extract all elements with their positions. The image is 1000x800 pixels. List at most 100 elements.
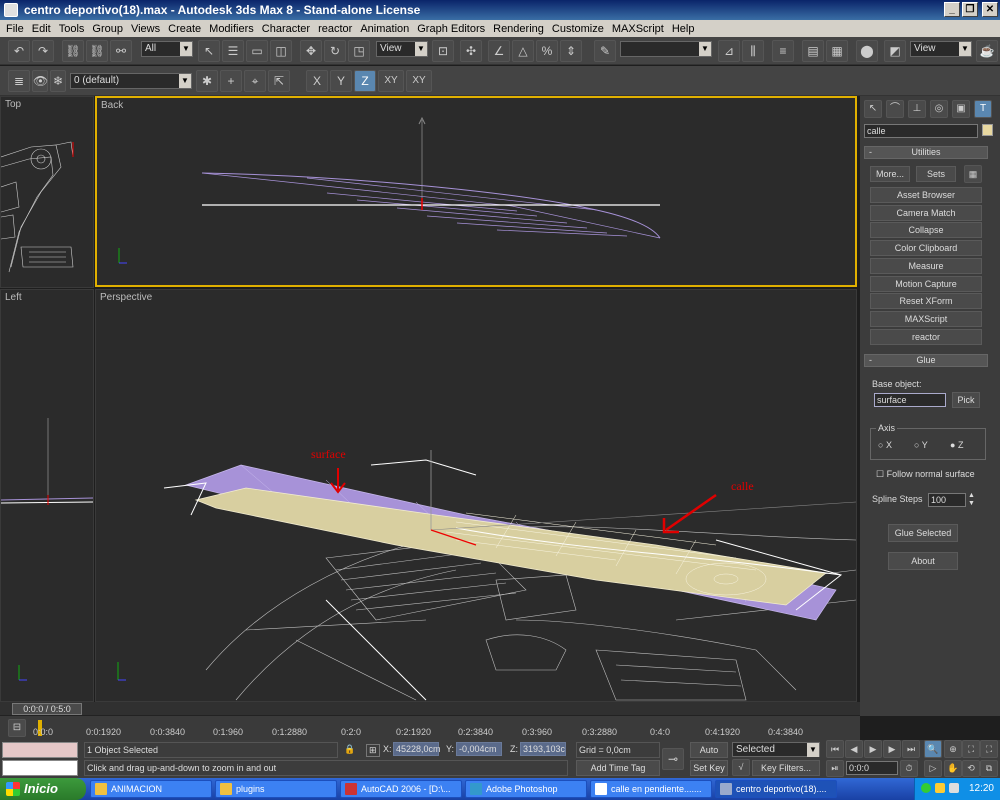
material-editor-icon[interactable]: ⬤ [856,40,878,62]
select-in-layer-icon[interactable]: ⌖ [244,70,266,92]
axis-xy-button[interactable]: XY [378,70,404,92]
task-autocad[interactable]: AutoCAD 2006 - [D:\... [340,780,462,798]
maxscript-button[interactable]: MAXScript [870,311,982,327]
time-config-icon[interactable]: ⏱ [900,760,918,777]
zoom-extents-icon[interactable]: ⛶ [962,740,980,758]
arc-rotate-icon[interactable]: ⟲ [962,760,980,777]
go-to-start-icon[interactable]: ⏮ [826,740,844,758]
field-of-view-icon[interactable]: ▷ [924,760,942,777]
menu-graph-editors[interactable]: Graph Editors [413,23,489,35]
menu-reactor[interactable]: reactor [314,23,356,35]
menu-help[interactable]: Help [668,23,699,35]
menu-modifiers[interactable]: Modifiers [205,23,258,35]
set-current-layer-icon[interactable]: ⇱ [268,70,290,92]
menu-customize[interactable]: Customize [548,23,608,35]
key-mode-icon[interactable]: ⊸ [662,748,684,770]
menu-group[interactable]: Group [88,23,127,35]
axis-x-radio[interactable]: ○ X [878,440,892,450]
viewport-left[interactable]: Left [0,289,94,702]
base-object-field[interactable]: surface [874,393,946,407]
render-scene-icon[interactable]: ◩ [884,40,906,62]
about-button[interactable]: About [888,552,958,570]
reset-xform-button[interactable]: Reset XForm [870,293,982,309]
axis-z-radio[interactable]: ● Z [950,440,963,450]
more-button[interactable]: More... [870,166,910,182]
select-by-name-icon[interactable]: ☰ [222,40,244,62]
z-coordinate-field[interactable]: 3193,103c [520,742,566,756]
reactor-button[interactable]: reactor [870,329,982,345]
follow-normal-checkbox[interactable]: ☐ Follow normal surface [876,469,975,480]
next-frame-icon[interactable]: ▶ [883,740,901,758]
key-filters-button[interactable]: Key Filters... [752,760,820,776]
color-clipboard-button[interactable]: Color Clipboard [870,240,982,256]
freeze-icon[interactable]: ❄ [50,70,66,92]
current-layer-dropdown[interactable]: 0 (default) [70,73,192,89]
percent-snap-icon[interactable]: % [536,40,558,62]
tray-app-icon[interactable] [921,783,931,793]
quick-render-icon[interactable]: ☕ [976,40,998,62]
named-selection-dropdown[interactable] [620,41,712,57]
asset-browser-button[interactable]: Asset Browser [870,187,982,203]
bind-space-warp-icon[interactable]: ⚯ [110,40,132,62]
rect-selection-icon[interactable]: ▭ [246,40,268,62]
track-bar[interactable]: ⊟ 0:0:0 0:0:1920 0:0:3840 0:1:960 0:1:28… [0,717,860,740]
collapse-button[interactable]: Collapse [870,222,982,238]
track-bar-menu-icon[interactable]: ⊟ [8,719,26,737]
axis-y-button[interactable]: Y [330,70,352,92]
previous-frame-icon[interactable]: ◀ [845,740,863,758]
measure-button[interactable]: Measure [870,258,982,274]
link-icon[interactable]: ⛓ [62,40,84,62]
start-button[interactable]: Inicio [0,778,86,800]
time-slider-track[interactable]: 0:0:0 / 0:5:0 [0,702,860,716]
window-crossing-icon[interactable]: ◫ [270,40,292,62]
sets-button[interactable]: Sets [916,166,956,182]
glue-selected-button[interactable]: Glue Selected [888,524,958,542]
y-coordinate-field[interactable]: -0,004cm [456,742,502,756]
mirror-icon[interactable]: ⊿ [718,40,740,62]
create-tab-icon[interactable]: ↖ [864,100,882,118]
clock[interactable]: 12:20 [969,783,994,794]
axis-x-button[interactable]: X [306,70,328,92]
menu-file[interactable]: File [2,23,28,35]
hierarchy-tab-icon[interactable]: ⊥ [908,100,926,118]
task-calle-en-pendiente[interactable]: calle en pendiente....... [590,780,712,798]
glue-rollout-header[interactable]: Glue [864,354,988,367]
display-tab-icon[interactable]: ▣ [952,100,970,118]
menu-views[interactable]: Views [127,23,164,35]
tray-network-icon[interactable] [935,783,945,793]
axis-z-button[interactable]: Z [354,70,376,92]
spinner-snap-icon[interactable]: ⇕ [560,40,582,62]
axis-y-radio[interactable]: ○ Y [914,440,928,450]
go-to-end-icon[interactable]: ⏭ [902,740,920,758]
pan-icon[interactable]: ✋ [944,760,962,777]
task-plugins[interactable]: plugins [215,780,337,798]
menu-character[interactable]: Character [258,23,314,35]
maxscript-listener-mini[interactable] [2,742,78,758]
menu-rendering[interactable]: Rendering [489,23,548,35]
ref-coord-dropdown[interactable]: View [376,41,428,57]
visibility-icon[interactable]: 👁 [32,70,48,92]
undo-icon[interactable]: ↶ [8,40,30,62]
play-icon[interactable]: ▶ [864,740,882,758]
menu-edit[interactable]: Edit [28,23,55,35]
close-button[interactable]: ✕ [982,2,998,17]
object-name-field[interactable]: calle [864,124,978,138]
motion-tab-icon[interactable]: ◎ [930,100,948,118]
set-key-icon[interactable]: √ [732,759,750,776]
named-sel-edit-icon[interactable]: ✎ [594,40,616,62]
align-icon[interactable]: ⫼ [742,40,764,62]
layers-icon[interactable]: ≣ [8,70,30,92]
unlink-icon[interactable]: ⛓ [86,40,108,62]
zoom-all-icon[interactable]: ⊕ [944,740,962,758]
schematic-view-icon[interactable]: ▦ [826,40,848,62]
restore-button[interactable]: ❐ [962,2,978,17]
modify-tab-icon[interactable]: ⌒ [886,100,904,118]
zoom-extents-all-icon[interactable]: ⛶ [980,740,998,758]
utilities-rollout-header[interactable]: Utilities [864,146,988,159]
layer-manager-icon[interactable]: ≡ [772,40,794,62]
auto-key-button[interactable]: Auto Key [690,742,728,769]
x-coordinate-field[interactable]: 45228,0cm [393,742,441,756]
time-slider-thumb[interactable]: 0:0:0 / 0:5:0 [12,703,82,715]
calle-object[interactable] [194,487,827,606]
manipulate-icon[interactable]: ✣ [460,40,482,62]
